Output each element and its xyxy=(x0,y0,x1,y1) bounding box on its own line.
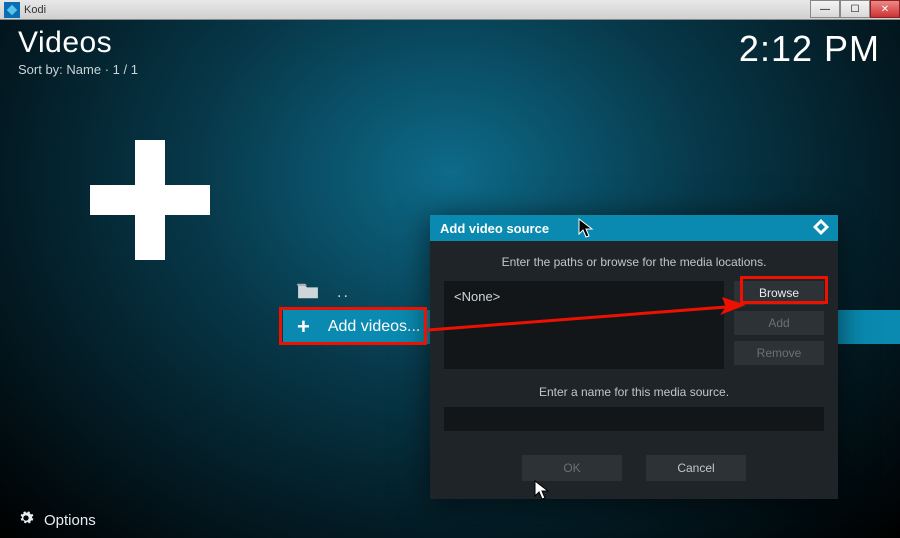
minimize-button[interactable]: — xyxy=(810,0,840,18)
window-titlebar: Kodi — ☐ ✕ xyxy=(0,0,900,20)
page-separator: · xyxy=(105,62,113,77)
name-label: Enter a name for this media source. xyxy=(444,385,824,399)
path-entry[interactable]: <None> xyxy=(454,289,500,304)
ok-button[interactable]: OK xyxy=(522,455,622,481)
remove-path-button[interactable]: Remove xyxy=(734,341,824,365)
gear-icon xyxy=(18,510,34,530)
cancel-button[interactable]: Cancel xyxy=(646,455,746,481)
annotation-box-browse xyxy=(740,276,828,304)
page-counter: 1 / 1 xyxy=(113,62,138,77)
maximize-button[interactable]: ☐ xyxy=(840,0,870,18)
options-footer[interactable]: Options xyxy=(18,510,96,530)
page-subtitle: Sort by: Name · 1 / 1 xyxy=(18,62,138,77)
app-main: Videos Sort by: Name · 1 / 1 2:12 PM .. … xyxy=(0,20,900,538)
add-video-source-dialog: Add video source Enter the paths or brow… xyxy=(430,215,838,499)
list-item-up-label: .. xyxy=(337,284,350,302)
folder-up-icon xyxy=(297,282,319,305)
selection-highlight-right xyxy=(862,310,900,344)
dialog-title-text: Add video source xyxy=(440,221,549,236)
dialog-footer: OK Cancel xyxy=(444,455,824,481)
dialog-titlebar: Add video source xyxy=(430,215,838,241)
header: Videos Sort by: Name · 1 / 1 xyxy=(18,26,138,77)
annotation-box-add-videos xyxy=(279,307,427,345)
close-button[interactable]: ✕ xyxy=(870,0,900,18)
window-title: Kodi xyxy=(24,4,46,16)
media-name-input[interactable] xyxy=(444,407,824,431)
kodi-app-icon xyxy=(4,2,20,18)
page-title: Videos xyxy=(18,26,138,60)
options-label: Options xyxy=(44,512,96,529)
sort-label[interactable]: Sort by: Name xyxy=(18,62,101,77)
kodi-logo-icon xyxy=(812,218,830,239)
window-controls: — ☐ ✕ xyxy=(810,0,900,18)
path-list[interactable]: <None> xyxy=(444,281,724,369)
clock: 2:12 PM xyxy=(739,28,880,70)
add-source-hero-icon xyxy=(90,140,210,260)
add-path-button[interactable]: Add xyxy=(734,311,824,335)
dialog-instruction: Enter the paths or browse for the media … xyxy=(444,255,824,269)
